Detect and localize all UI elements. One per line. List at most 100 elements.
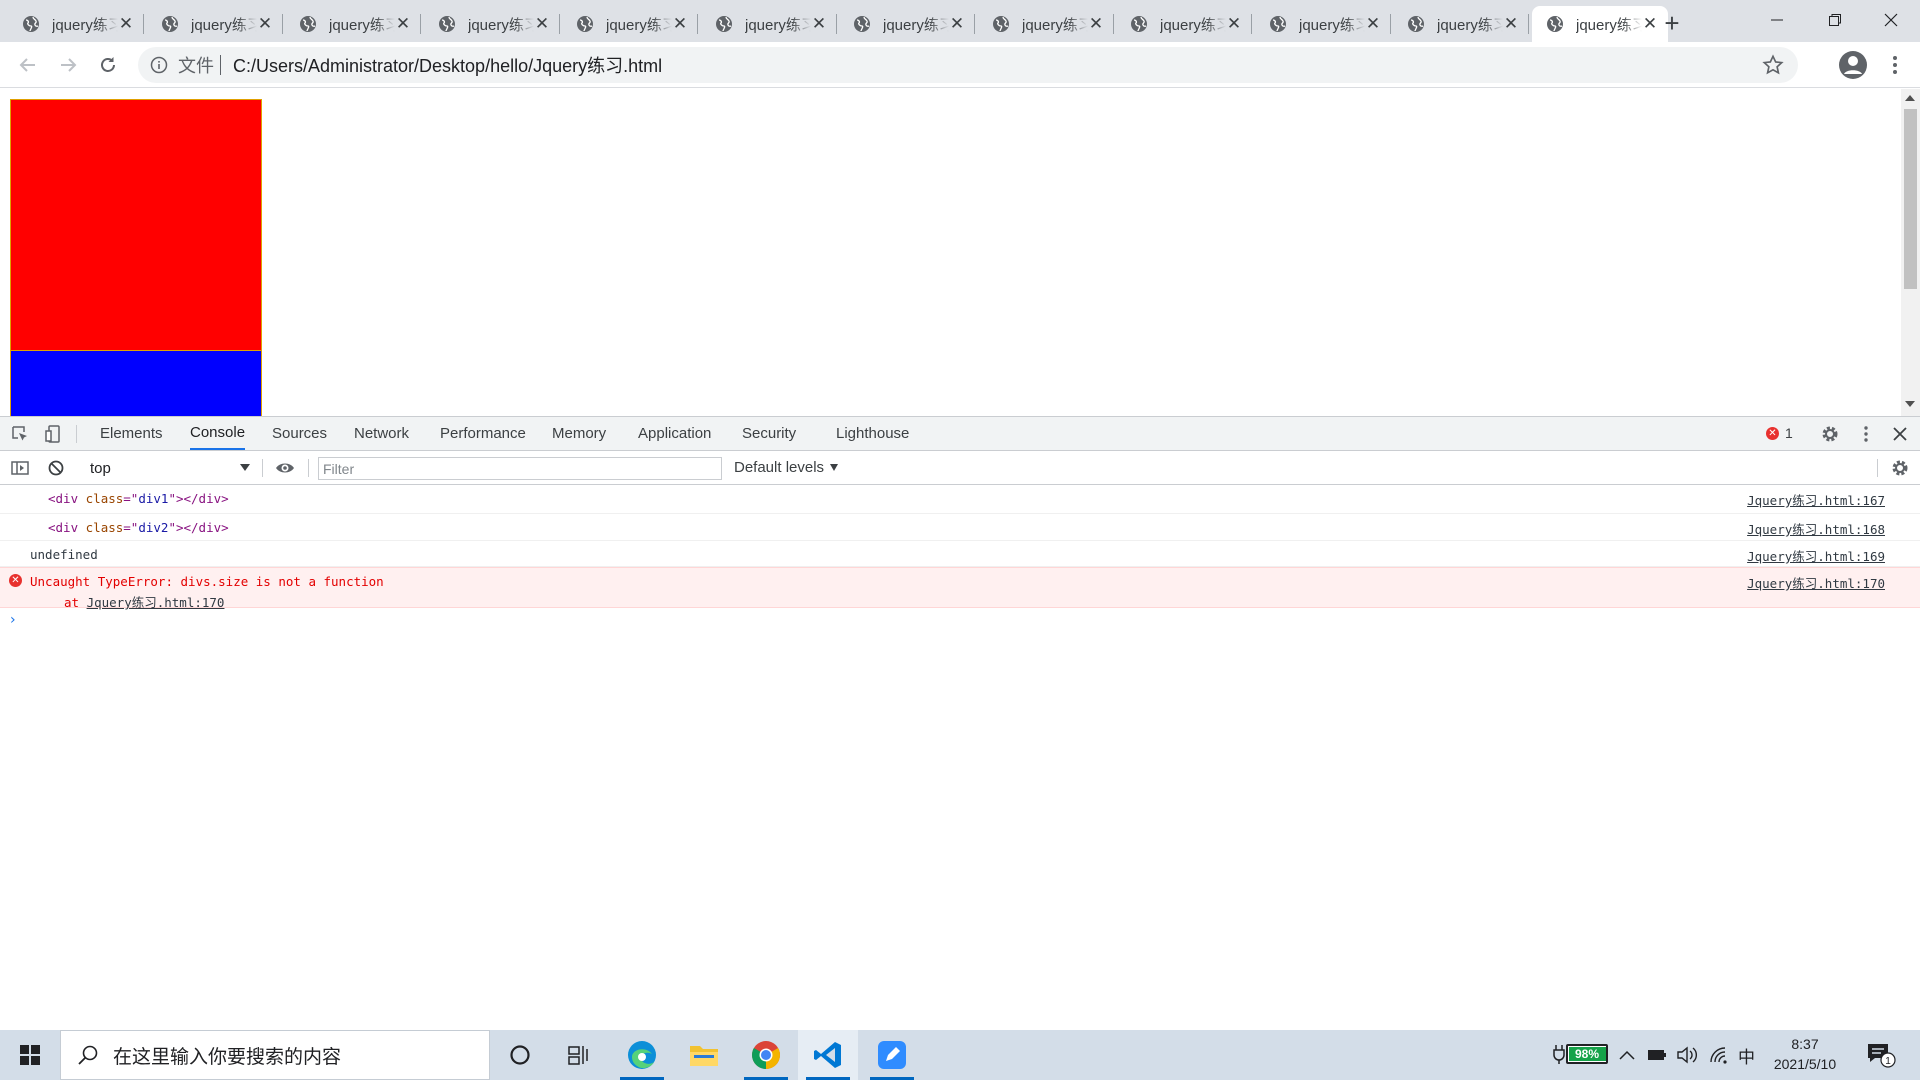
devtools-panel: Elements Console Sources Network Performance…	[0, 416, 1920, 1030]
back-button[interactable]	[12, 49, 44, 81]
devtools-tab-network[interactable]: Network	[354, 417, 409, 450]
error-count-value: 1	[1785, 425, 1793, 441]
settings-gear-icon[interactable]	[1820, 424, 1840, 444]
security-chip[interactable]: 文件	[178, 52, 214, 78]
info-icon[interactable]	[150, 56, 168, 74]
restore-icon	[1829, 14, 1841, 26]
profile-avatar-icon[interactable]	[1838, 50, 1868, 80]
inspect-element-icon[interactable]	[10, 424, 30, 444]
console-messages: <div class="div1"></div> Jquery练习.html:1…	[0, 485, 1920, 1031]
sidebar-toggle-icon[interactable]	[10, 458, 30, 478]
tab-close-icon[interactable]: ✕	[534, 14, 550, 33]
console-source-link[interactable]: Jquery练习.html:168	[1747, 519, 1885, 538]
browser-tab[interactable]: jquery练习 ✕	[839, 6, 975, 42]
globe-icon	[577, 16, 593, 32]
taskbar-clock[interactable]: 8:37 2021/5/10	[1764, 1034, 1846, 1074]
tab-close-icon[interactable]: ✕	[1226, 14, 1242, 33]
vertical-scrollbar[interactable]	[1901, 89, 1920, 416]
reload-icon	[101, 57, 115, 72]
devtools-tab-security[interactable]: Security	[742, 417, 796, 450]
device-toolbar-icon[interactable]	[44, 424, 64, 444]
network-icon[interactable]	[1708, 1044, 1730, 1066]
tab-close-icon[interactable]: ✕	[1365, 14, 1381, 33]
taskbar-vscode[interactable]	[798, 1030, 858, 1080]
devtools-tab-lighthouse[interactable]: Lighthouse	[836, 417, 909, 450]
browser-tab[interactable]: jquery练习 ✕	[8, 6, 144, 42]
clear-console-icon[interactable]	[46, 458, 66, 478]
tab-close-icon[interactable]: ✕	[1642, 14, 1658, 33]
console-source-link[interactable]: Jquery练习.html:169	[1747, 546, 1885, 565]
bookmark-star-icon[interactable]	[1762, 54, 1784, 76]
tag-close: "></div>	[168, 491, 229, 506]
devtools-tab-elements[interactable]: Elements	[100, 417, 163, 450]
console-source-link[interactable]: Jquery练习.html:167	[1747, 490, 1885, 509]
restore-button[interactable]	[1806, 0, 1864, 40]
browser-tab[interactable]: jquery练习 ✕	[978, 6, 1114, 42]
start-button[interactable]	[0, 1030, 60, 1080]
console-settings-gear-icon[interactable]	[1890, 458, 1910, 478]
browser-tab[interactable]: jquery练习 ✕	[562, 6, 698, 42]
minimize-button[interactable]	[1748, 0, 1806, 40]
browser-tab[interactable]: jquery练习 ✕	[701, 6, 837, 42]
ime-language-indicator[interactable]: 中	[1738, 1043, 1755, 1068]
taskbar-chrome[interactable]	[736, 1030, 796, 1080]
tab-close-icon[interactable]: ✕	[1503, 14, 1519, 33]
scroll-down-arrow-icon[interactable]	[1905, 401, 1915, 407]
console-node-preview[interactable]: <div class="div1"></div>	[48, 491, 229, 506]
battery-indicator[interactable]: 98%	[1552, 1044, 1608, 1064]
tab-close-icon[interactable]: ✕	[257, 14, 273, 33]
devtools-tab-application[interactable]: Application	[638, 417, 711, 450]
volume-icon[interactable]	[1676, 1044, 1698, 1066]
browser-tab[interactable]: jquery练习 ✕	[1393, 6, 1529, 42]
close-window-button[interactable]	[1862, 0, 1920, 40]
clock-date: 2021/5/10	[1773, 1056, 1837, 1072]
taskbar-search-box[interactable]: 在这里输入你要搜索的内容	[60, 1030, 490, 1080]
address-bar[interactable]: 文件 C:/Users/Administrator/Desktop/hello/…	[138, 47, 1798, 83]
tab-separator	[282, 14, 283, 34]
console-filter-input[interactable]	[318, 457, 722, 480]
log-levels-dropdown[interactable]: Default levels	[734, 459, 839, 476]
live-expression-eye-icon[interactable]	[275, 458, 295, 478]
tab-close-icon[interactable]: ✕	[672, 14, 688, 33]
action-center-notification-icon[interactable]: 1	[1866, 1042, 1896, 1068]
globe-icon	[439, 16, 455, 32]
tab-close-icon[interactable]: ✕	[949, 14, 965, 33]
browser-tab[interactable]: jquery练习 ✕	[1532, 6, 1668, 42]
console-source-link[interactable]: Jquery练习.html:170	[1747, 573, 1885, 592]
reload-button[interactable]	[92, 49, 124, 81]
close-devtools-icon[interactable]	[1890, 424, 1910, 444]
tab-separator	[1113, 14, 1114, 34]
tray-battery-icon[interactable]	[1646, 1044, 1668, 1066]
context-selector[interactable]: top	[82, 457, 254, 479]
devtools-tab-sources[interactable]: Sources	[272, 417, 327, 450]
tab-separator	[1390, 14, 1391, 34]
browser-tab[interactable]: jquery练习 ✕	[424, 6, 560, 42]
taskbar-edge[interactable]	[612, 1030, 672, 1080]
taskbar-notes-app[interactable]	[862, 1030, 922, 1080]
tab-close-icon[interactable]: ✕	[811, 14, 827, 33]
browser-tab[interactable]: jquery练习 ✕	[1255, 6, 1391, 42]
console-prompt[interactable]: ›	[0, 608, 1920, 632]
tray-overflow-chevron-icon[interactable]	[1616, 1044, 1638, 1066]
tab-close-icon[interactable]: ✕	[118, 14, 134, 33]
console-node-preview[interactable]: <div class="div2"></div>	[48, 520, 229, 535]
scroll-up-arrow-icon[interactable]	[1905, 95, 1915, 101]
forward-button[interactable]	[52, 49, 84, 81]
tab-close-icon[interactable]: ✕	[1088, 14, 1104, 33]
url-text[interactable]: C:/Users/Administrator/Desktop/hello/Jqu…	[233, 52, 1762, 78]
devtools-menu-icon[interactable]	[1856, 424, 1876, 444]
browser-tab[interactable]: jquery练习 ✕	[147, 6, 283, 42]
cortana-button[interactable]	[490, 1030, 550, 1080]
error-counter[interactable]: ✕ 1	[1766, 425, 1793, 441]
devtools-tab-memory[interactable]: Memory	[552, 417, 606, 450]
tab-close-icon[interactable]: ✕	[395, 14, 411, 33]
devtools-tab-performance[interactable]: Performance	[440, 417, 526, 450]
devtools-tab-console[interactable]: Console	[190, 417, 246, 450]
browser-tab[interactable]: jquery练习 ✕	[1116, 6, 1252, 42]
scrollbar-thumb[interactable]	[1904, 109, 1917, 289]
taskbar-file-explorer[interactable]	[674, 1030, 734, 1080]
browser-tab[interactable]: jquery练习 ✕	[285, 6, 421, 42]
task-view-button[interactable]	[550, 1030, 610, 1080]
new-tab-button[interactable]: +	[1658, 8, 1686, 38]
browser-menu-button[interactable]	[1880, 49, 1910, 81]
